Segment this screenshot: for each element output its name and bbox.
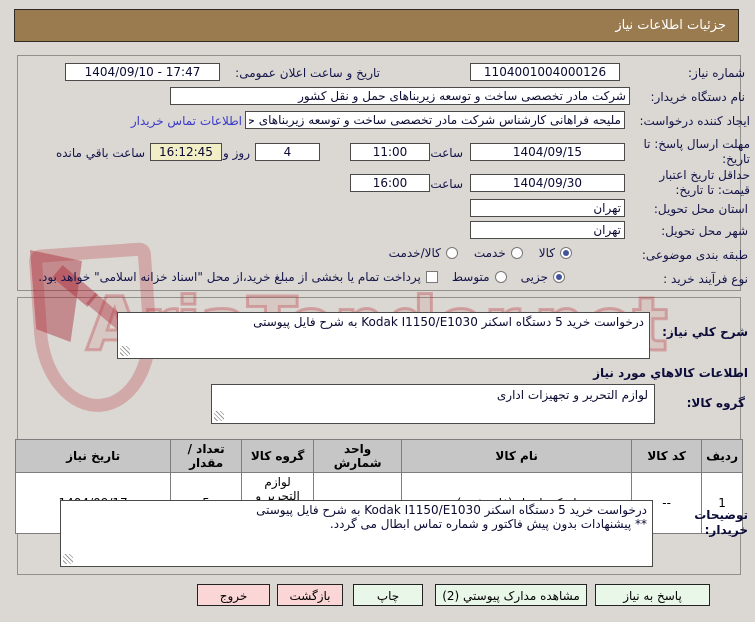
remaining-days-label: روز و bbox=[223, 146, 250, 160]
resize-grip-icon[interactable] bbox=[63, 554, 73, 564]
deadline-hour-label: ساعت bbox=[430, 146, 463, 160]
buyer-notes-label: توضیحات خریدار: bbox=[694, 508, 748, 537]
radio-minor-icon[interactable] bbox=[553, 271, 565, 283]
buyer-org-label: نام دستگاه خریدار: bbox=[650, 90, 746, 104]
goods-group-label: گروه كالا: bbox=[686, 396, 745, 410]
classification-option-goods[interactable]: کالا bbox=[539, 246, 572, 260]
need-number-field[interactable] bbox=[470, 63, 620, 81]
col-unit: واحد شمارش bbox=[313, 439, 403, 473]
classification-option-service[interactable]: خدمت bbox=[474, 246, 523, 260]
resize-grip-icon[interactable] bbox=[214, 411, 224, 421]
radio-goods-icon[interactable] bbox=[560, 247, 572, 259]
items-table-header-row: ردیف کد کالا نام کالا واحد شمارش گروه کا… bbox=[15, 439, 743, 473]
resize-grip-icon[interactable] bbox=[120, 346, 130, 356]
delivery-province-label: استان محل تحویل: bbox=[653, 202, 748, 216]
treasury-checkbox-icon[interactable] bbox=[425, 271, 438, 283]
price-validity-label: حداقل تاریخ اعتبار قیمت: تا تاریخ: bbox=[659, 168, 750, 197]
process-option-minor[interactable]: جزیی bbox=[521, 270, 565, 284]
col-qty: تعداد / مقدار bbox=[170, 439, 243, 473]
classification-option-goods-service[interactable]: کالا/خدمت bbox=[389, 246, 458, 260]
radio-minor-label: جزیی bbox=[520, 270, 548, 284]
buyer-org-field[interactable] bbox=[170, 87, 630, 105]
page-title: جزئیات اطلاعات نیاز bbox=[14, 9, 739, 42]
classification-label: طبقه بندی موضوعی: bbox=[641, 248, 748, 262]
price-validity-date-field[interactable] bbox=[470, 174, 625, 192]
announce-datetime-field[interactable] bbox=[65, 63, 220, 81]
process-type-label: نوع فرآیند خرید : bbox=[663, 272, 748, 286]
view-attached-docs-button[interactable]: مشاهده مدارک پیوستي (2) bbox=[435, 584, 587, 606]
delivery-city-label: شهر محل تحویل: bbox=[661, 224, 748, 238]
goods-group-value: لوازم التحریر و تجهیزات اداری bbox=[496, 388, 648, 402]
exit-button[interactable]: خروج bbox=[197, 584, 270, 606]
radio-goods-service-label: کالا/خدمت bbox=[388, 246, 441, 260]
radio-goods-label: کالا bbox=[538, 246, 555, 260]
radio-medium-label: متوسط bbox=[451, 270, 490, 284]
buyer-notes-textarea[interactable]: درخواست خرید 5 دستگاه اسکنر Kodak I1150/… bbox=[61, 501, 652, 566]
col-code: کد کالا bbox=[631, 439, 703, 473]
col-date: تاریخ نیاز bbox=[15, 439, 172, 473]
col-row: ردیف bbox=[701, 439, 743, 473]
col-group: گروه کالا bbox=[241, 439, 315, 473]
remaining-time-label: ساعت باقي مانده bbox=[55, 146, 145, 160]
validity-hour-label: ساعت bbox=[430, 177, 463, 191]
radio-medium-icon[interactable] bbox=[494, 271, 507, 283]
radio-service-label: خدمت bbox=[473, 246, 506, 260]
remaining-time-field[interactable] bbox=[150, 143, 222, 161]
radio-goods-service-icon[interactable] bbox=[445, 247, 458, 259]
need-description-label: شرح كلي نياز: bbox=[662, 325, 748, 339]
back-button[interactable]: بازگشت bbox=[277, 584, 343, 606]
response-deadline-label: مهلت ارسال پاسخ: تا تاریخ: bbox=[643, 137, 750, 166]
remaining-days-field[interactable] bbox=[255, 143, 320, 161]
process-type-options: جزیی متوسط پرداخت تمام یا بخشی از مبلغ خ… bbox=[38, 270, 565, 284]
respond-to-need-button[interactable]: پاسخ به نیاز bbox=[595, 584, 710, 606]
radio-service-icon[interactable] bbox=[510, 247, 523, 259]
response-deadline-date-field[interactable] bbox=[470, 143, 625, 161]
delivery-city-field[interactable] bbox=[470, 221, 625, 239]
request-creator-field[interactable] bbox=[245, 111, 625, 129]
response-deadline-hour-field[interactable] bbox=[350, 143, 430, 161]
classification-options: کالا خدمت کالا/خدمت bbox=[389, 246, 572, 260]
need-description-box: درخواست خرید 5 دستگاه اسکنر Kodak I1150/… bbox=[117, 312, 650, 359]
goods-section-title: اطلاعات كالاهاي مورد نياز bbox=[593, 366, 748, 380]
need-number-label: شماره نیاز: bbox=[688, 66, 745, 80]
request-creator-label: ایجاد کننده درخواست: bbox=[639, 114, 750, 128]
announce-datetime-label: تاریخ و ساعت اعلان عمومی: bbox=[235, 66, 380, 80]
need-description-textarea[interactable]: درخواست خرید 5 دستگاه اسکنر Kodak I1150/… bbox=[118, 313, 649, 358]
process-option-medium[interactable]: متوسط bbox=[452, 270, 507, 284]
treasury-checkbox-label: پرداخت تمام یا بخشی از مبلغ خرید،از محل … bbox=[38, 270, 421, 284]
buyer-notes-box: درخواست خرید 5 دستگاه اسکنر Kodak I1150/… bbox=[60, 500, 653, 567]
buyer-contact-link[interactable]: اطلاعات تماس خریدار bbox=[131, 114, 242, 128]
print-button[interactable]: چاپ bbox=[353, 584, 423, 606]
price-validity-hour-field[interactable] bbox=[350, 174, 430, 192]
treasury-payment-option[interactable]: پرداخت تمام یا بخشی از مبلغ خرید،از محل … bbox=[38, 270, 438, 284]
need-details-page: AriaTender.net جزئیات اطلاعات نیاز شماره… bbox=[0, 0, 755, 622]
col-name: نام کالا bbox=[401, 439, 633, 473]
goods-group-box: لوازم التحریر و تجهیزات اداری bbox=[211, 384, 655, 424]
delivery-province-field[interactable] bbox=[470, 199, 625, 217]
